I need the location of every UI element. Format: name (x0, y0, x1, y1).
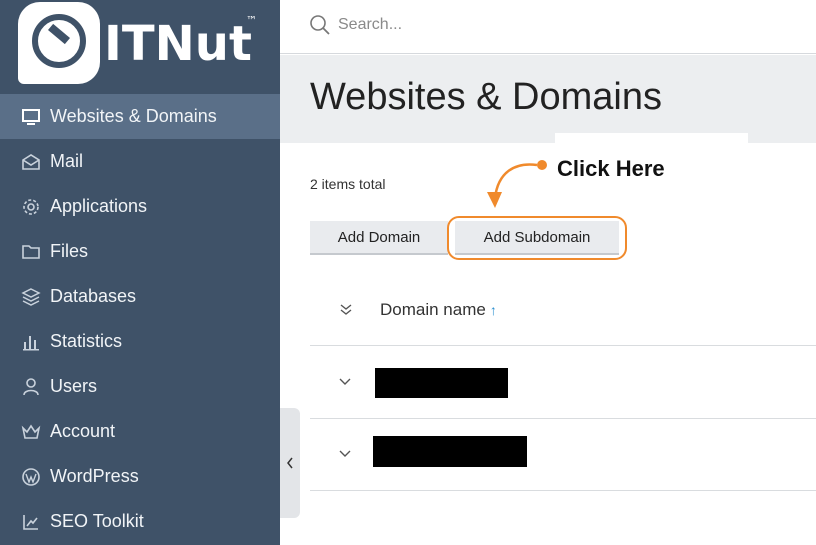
logo-badge-icon (18, 2, 100, 84)
add-subdomain-highlight (447, 216, 627, 260)
domain-name-column-header[interactable]: Domain name ↑ (380, 300, 497, 320)
chevron-down-icon[interactable] (338, 375, 352, 389)
sidebar-item-label: Databases (50, 286, 137, 306)
sidebar-item-seo-toolkit[interactable]: SEO Toolkit (0, 499, 280, 544)
sidebar-item-applications[interactable]: Applications (0, 184, 280, 229)
search-icon (310, 15, 330, 35)
wordpress-icon (20, 466, 42, 488)
sidebar-item-label: Statistics (50, 331, 123, 351)
page-title: Websites & Domains (310, 76, 662, 118)
layers-icon (20, 286, 42, 308)
redacted-domain-name (375, 368, 508, 398)
chevron-down-icon[interactable] (338, 447, 352, 461)
top-bar (280, 0, 816, 54)
items-total-count: 2 items total (310, 176, 386, 192)
table-row[interactable] (310, 419, 816, 491)
sidebar-item-account[interactable]: Account (0, 409, 280, 454)
redacted-domain-name (373, 436, 527, 467)
envelope-icon (20, 151, 42, 173)
brand-name: ITNut (104, 16, 252, 72)
sidebar-item-files[interactable]: Files (0, 229, 280, 274)
header-tab-notch (555, 133, 748, 144)
crown-icon (20, 421, 42, 443)
gear-icon (20, 196, 42, 218)
sidebar-item-wordpress[interactable]: WordPress (0, 454, 280, 499)
monitor-icon (20, 106, 42, 128)
chevron-left-icon (287, 457, 293, 469)
sidebar: ITNut ™ Websites & Domains Mail Applicat… (0, 0, 280, 545)
sidebar-item-label: Applications (50, 196, 148, 216)
bar-chart-icon (20, 331, 42, 353)
sidebar-item-mail[interactable]: Mail (0, 139, 280, 184)
column-header-label: Domain name (380, 300, 486, 319)
sidebar-item-statistics[interactable]: Statistics (0, 319, 280, 364)
table-row[interactable] (310, 347, 816, 419)
sidebar-item-label: SEO Toolkit (50, 511, 144, 531)
user-icon (20, 376, 42, 398)
folder-icon (20, 241, 42, 263)
sidebar-item-users[interactable]: Users (0, 364, 280, 409)
sort-ascending-icon: ↑ (489, 302, 497, 318)
sidebar-item-label: Files (50, 241, 89, 261)
seo-icon (20, 511, 42, 533)
brand-logo[interactable]: ITNut ™ (18, 2, 268, 88)
sidebar-collapse-toggle[interactable] (280, 408, 300, 518)
sidebar-item-label: Mail (50, 151, 84, 171)
brand-trademark: ™ (246, 14, 257, 27)
expand-all-icon[interactable] (338, 302, 354, 318)
sidebar-item-label: Users (50, 376, 98, 396)
table-header: Domain name ↑ (310, 282, 816, 346)
search-input[interactable] (338, 12, 738, 38)
sidebar-item-websites-domains[interactable]: Websites & Domains (0, 94, 280, 139)
callout-arrow-icon (487, 160, 547, 208)
sidebar-item-databases[interactable]: Databases (0, 274, 280, 319)
sidebar-nav: Websites & Domains Mail Applications Fil… (0, 94, 280, 544)
sidebar-item-label: WordPress (50, 466, 139, 486)
sidebar-item-label: Websites & Domains (50, 106, 217, 126)
add-domain-button[interactable]: Add Domain (310, 221, 448, 255)
sidebar-item-label: Account (50, 421, 116, 441)
callout-label: Click Here (557, 156, 665, 181)
